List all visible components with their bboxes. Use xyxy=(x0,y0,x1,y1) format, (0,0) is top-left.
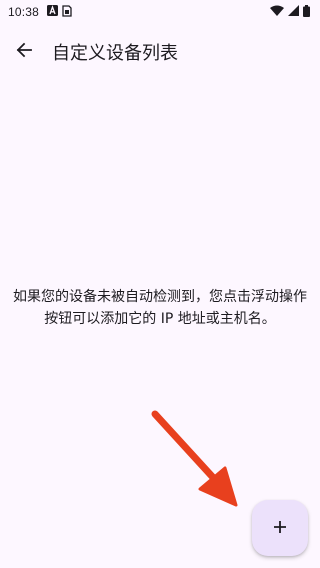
page-title: 自定义设备列表 xyxy=(52,43,178,64)
app-bar: 自定义设备列表 xyxy=(0,24,320,80)
status-time: 10:38 xyxy=(8,5,40,19)
add-device-fab[interactable] xyxy=(252,500,308,556)
sim-card-icon xyxy=(62,4,72,20)
accessibility-a-icon xyxy=(47,5,59,19)
wifi-icon xyxy=(270,5,284,19)
status-icons-right xyxy=(270,4,310,20)
arrow-back-icon xyxy=(16,42,32,62)
battery-icon xyxy=(303,4,310,20)
add-icon xyxy=(273,519,287,538)
empty-state-message: 如果您的设备未被自动检测到，您点击浮动操作按钮可以添加它的 IP 地址或主机名。 xyxy=(13,289,307,327)
red-arrow-annotation xyxy=(151,410,238,507)
signal-icon xyxy=(288,5,299,19)
status-icons-left xyxy=(47,4,72,20)
back-button[interactable] xyxy=(0,28,48,76)
status-bar: 10:38 xyxy=(0,0,320,24)
